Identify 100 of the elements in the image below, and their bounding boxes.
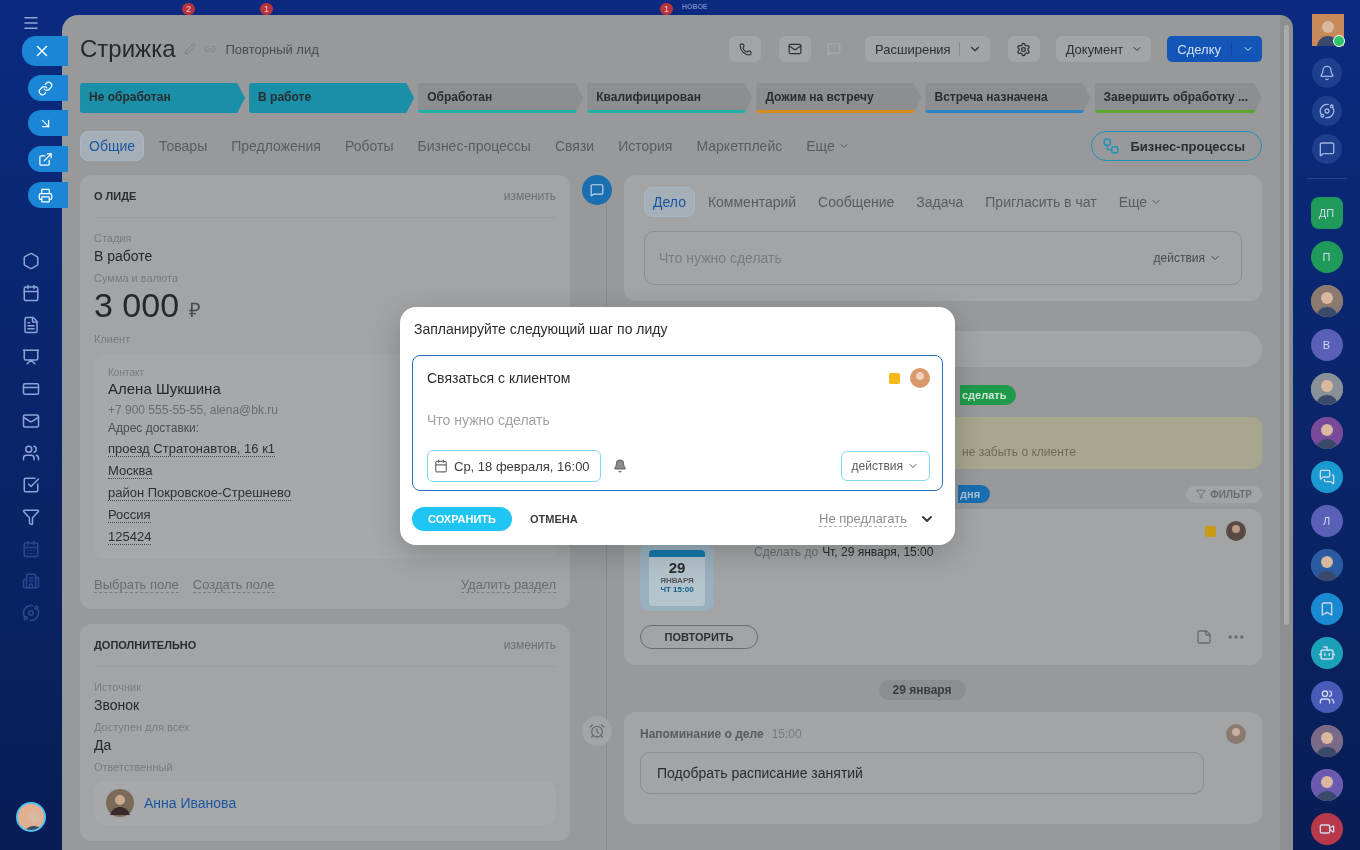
tab[interactable]: История — [609, 131, 682, 161]
stage-step[interactable]: Квалифицирован — [587, 83, 753, 113]
composer-tab[interactable]: Комментарий — [698, 187, 806, 217]
todo-pill[interactable]: сделать — [960, 385, 1017, 405]
composer-tab[interactable]: Еще — [1109, 187, 1172, 217]
bell-icon — [1318, 65, 1335, 81]
calendar-day: 29 — [668, 560, 686, 576]
task-subject: Связаться с клиентом — [427, 370, 571, 386]
reminder-text: Подобрать расписание занятий — [640, 752, 1204, 794]
print-button[interactable] — [28, 182, 68, 208]
stage-step[interactable]: Не обработан — [80, 83, 246, 113]
chat-avatar[interactable] — [1310, 593, 1343, 625]
profile-avatar[interactable] — [1311, 14, 1342, 44]
external-link-button[interactable] — [28, 146, 68, 172]
phone-button[interactable] — [729, 36, 761, 62]
scrollbar-thumb[interactable] — [1284, 25, 1289, 625]
orbit-button[interactable] — [1311, 96, 1342, 126]
document-button[interactable]: Документ — [1055, 36, 1152, 62]
chat-avatar[interactable] — [1310, 725, 1343, 757]
filter-button[interactable]: ФИЛЬТР — [1186, 485, 1262, 503]
link-button[interactable] — [28, 75, 68, 101]
dialog-title: Запланируйте следующий шаг по лиду — [413, 321, 669, 337]
cancel-button[interactable]: ОТМЕНА — [523, 512, 584, 526]
tab[interactable]: Предложения — [222, 131, 330, 161]
calendar-time: ЧТ 15:00 — [660, 585, 694, 594]
composer-tab[interactable]: Задача — [907, 187, 973, 217]
address-link[interactable]: Россия — [108, 507, 151, 523]
settings-button[interactable] — [1007, 36, 1040, 62]
chat-avatar[interactable] — [1310, 813, 1343, 845]
extensions-button[interactable]: Расширения — [865, 36, 990, 62]
chat-avatar[interactable]: П — [1310, 241, 1343, 273]
contact-info: +7 900 555-55-55, alena@bk.ru — [108, 403, 278, 417]
actions-dropdown[interactable]: действия — [1147, 250, 1227, 266]
chat-avatar[interactable]: ДП — [1310, 197, 1343, 229]
field-link[interactable]: Создать поле — [192, 577, 275, 593]
composer-tab[interactable]: Дело — [644, 187, 695, 217]
address-link[interactable]: Москва — [108, 463, 153, 479]
chat-avatar[interactable] — [1310, 417, 1343, 449]
delete-section-link[interactable]: Удалить раздел — [460, 577, 556, 593]
tab[interactable]: Роботы — [335, 131, 403, 161]
note-text: не забыть о клиенте — [962, 445, 1076, 459]
bell-icon[interactable] — [612, 459, 627, 473]
chat-avatar[interactable] — [1310, 373, 1343, 405]
link-icon — [37, 80, 53, 96]
responsible-name[interactable]: Анна Иванова — [144, 795, 237, 811]
composer-tab[interactable]: Пригласить в чат — [976, 187, 1106, 217]
page-title: Стрижка — [80, 35, 176, 63]
user-avatar[interactable] — [16, 802, 46, 832]
orbit-icon — [1318, 103, 1335, 119]
composer-tab[interactable]: Сообщение — [809, 187, 904, 217]
chat-icon — [1318, 469, 1335, 485]
chat-avatar[interactable] — [1310, 769, 1343, 801]
mail-button[interactable] — [779, 36, 811, 62]
contact-name: Алена Шукшина — [108, 380, 221, 397]
task-editor[interactable]: Связаться с клиентом Что нужно сделать Ср, 18 февраля, 16:00 действия — [412, 355, 943, 491]
notification-badge: 1 — [260, 3, 273, 15]
tab[interactable]: Еще — [797, 131, 859, 161]
bell-button[interactable] — [1311, 58, 1342, 88]
section-title: О ЛИДЕ — [94, 190, 137, 202]
phone-icon — [738, 42, 752, 56]
chat-avatar[interactable] — [1310, 681, 1343, 713]
chat-avatar[interactable] — [1310, 461, 1343, 493]
filter-icon — [1196, 489, 1207, 499]
stage-step[interactable]: Обработан — [418, 83, 584, 113]
actions-dropdown[interactable]: действия — [840, 451, 930, 481]
stage-step[interactable]: Встреча назначена — [925, 83, 1091, 113]
create-deal-button[interactable]: Сделку — [1167, 36, 1262, 62]
settings-icon — [1016, 41, 1032, 57]
address-link[interactable]: район Покровское-Стрешнево — [108, 485, 291, 501]
chat-avatar[interactable] — [1310, 637, 1343, 669]
stage-step[interactable]: Дожим на встречу — [756, 83, 922, 113]
calendar-icon[interactable] — [20, 282, 42, 304]
notification-badge: 2 — [182, 3, 195, 15]
external-link-icon — [37, 151, 53, 167]
stage-step[interactable]: В работе — [249, 83, 415, 113]
comment-icon — [582, 175, 612, 205]
address-link[interactable]: проезд Стратонавтов, 16 к1 — [108, 441, 276, 457]
chat-button[interactable] — [1311, 134, 1342, 164]
tab[interactable]: Товары — [150, 131, 217, 161]
status-square — [1205, 525, 1216, 537]
mail-icon — [788, 42, 802, 56]
field-link[interactable]: Выбрать поле — [94, 577, 179, 593]
download-button[interactable] — [28, 110, 68, 136]
chat-avatar[interactable]: В — [1310, 329, 1343, 361]
save-button[interactable]: СОХРАНИТЬ — [412, 507, 512, 531]
address-link[interactable]: 125424 — [108, 529, 152, 545]
robot-icon — [1317, 644, 1336, 662]
section-title: ДОПОЛНИТЕЛЬНО — [94, 639, 197, 651]
chat-avatar[interactable] — [1310, 549, 1343, 581]
tab[interactable]: Бизнес-процессы — [408, 131, 540, 161]
today-pill: дня — [958, 485, 991, 503]
stage-step[interactable]: Завершить обработку ... — [1094, 83, 1263, 113]
tab[interactable]: Связи — [545, 131, 604, 161]
date-picker[interactable]: Ср, 18 февраля, 16:00 — [427, 450, 601, 482]
close-button[interactable] — [22, 36, 68, 66]
tab[interactable]: Общие — [80, 131, 145, 161]
chat-avatar[interactable] — [1310, 285, 1343, 317]
suggest-toggle[interactable]: Не предлагать — [819, 511, 907, 527]
tab[interactable]: Маркетплейс — [687, 131, 792, 161]
chat-avatar[interactable]: Л — [1310, 505, 1343, 537]
